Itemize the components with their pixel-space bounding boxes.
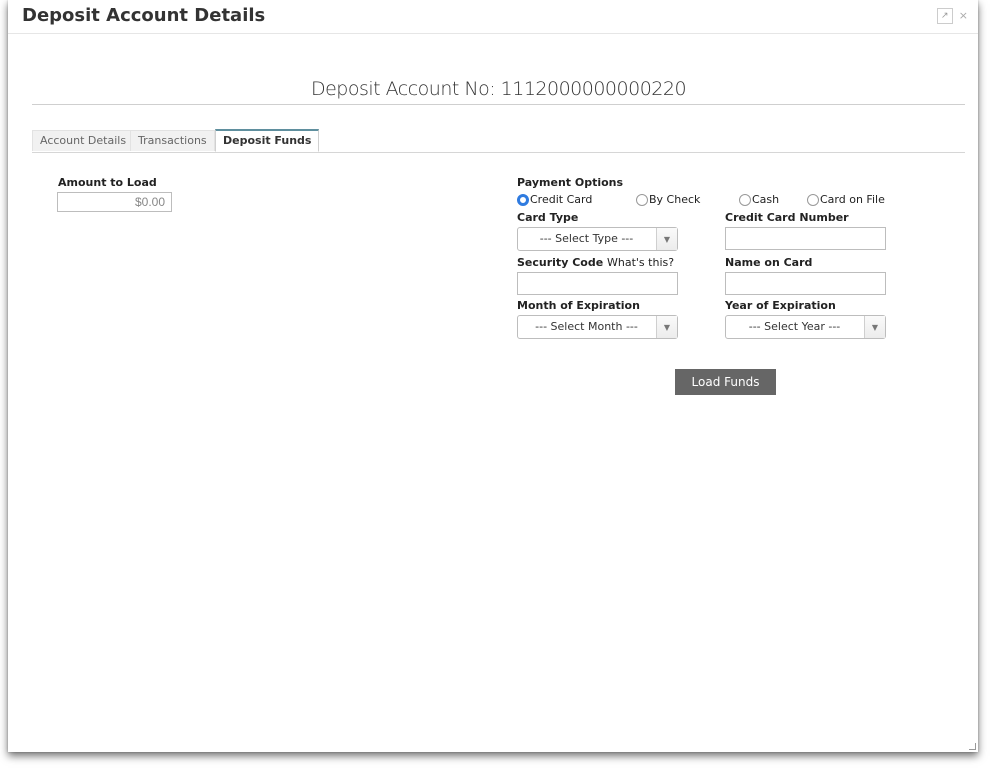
- radio-unchecked-icon[interactable]: [739, 193, 751, 206]
- year-exp-select[interactable]: --- Select Year --- ▼: [725, 315, 886, 339]
- radio-checked-icon[interactable]: [517, 193, 529, 206]
- security-code-input[interactable]: [517, 272, 678, 295]
- name-on-card-input[interactable]: [725, 272, 886, 295]
- radio-cash[interactable]: Cash: [739, 193, 779, 206]
- security-code-label-text: Security Code: [517, 256, 604, 269]
- year-exp-selected: --- Select Year ---: [748, 320, 841, 333]
- radio-unchecked-icon[interactable]: [636, 193, 648, 206]
- deposit-account-dialog: Deposit Account Details ↗ × Deposit Acco…: [8, 0, 978, 752]
- chevron-down-icon[interactable]: ▼: [656, 228, 677, 250]
- dialog-title: Deposit Account Details: [22, 5, 266, 26]
- month-exp-select[interactable]: --- Select Month --- ▼: [517, 315, 678, 339]
- card-type-select[interactable]: --- Select Type --- ▼: [517, 227, 678, 251]
- radio-card-on-file-label: Card on File: [820, 193, 885, 206]
- payment-options-label: Payment Options: [517, 176, 624, 189]
- radio-unchecked-icon[interactable]: [807, 193, 819, 206]
- card-type-label: Card Type: [517, 211, 579, 224]
- year-exp-label: Year of Expiration: [725, 299, 836, 312]
- tab-account-details[interactable]: Account Details: [32, 130, 135, 151]
- chevron-down-icon[interactable]: ▼: [864, 316, 885, 338]
- radio-credit-card-label: Credit Card: [530, 193, 593, 206]
- resize-grip-icon[interactable]: [969, 743, 976, 750]
- security-code-help-link[interactable]: What's this?: [607, 256, 674, 269]
- card-number-input[interactable]: [725, 227, 886, 250]
- month-exp-selected: --- Select Month ---: [535, 320, 638, 333]
- dialog-titlebar: Deposit Account Details ↗ ×: [8, 0, 978, 34]
- name-on-card-label: Name on Card: [725, 256, 813, 269]
- tab-deposit-funds[interactable]: Deposit Funds: [215, 129, 320, 152]
- window-controls: ↗ ×: [936, 8, 968, 24]
- tab-bar: Account Details Transactions Deposit Fun…: [32, 129, 965, 153]
- popout-icon[interactable]: ↗: [936, 8, 953, 24]
- amount-label: Amount to Load: [58, 176, 157, 189]
- radio-credit-card[interactable]: Credit Card: [517, 193, 592, 206]
- card-number-label: Credit Card Number: [725, 211, 849, 224]
- account-number-heading: Deposit Account No: 1112000000000220: [32, 78, 965, 105]
- security-code-label: Security Code What's this?: [517, 256, 674, 269]
- chevron-down-icon[interactable]: ▼: [656, 316, 677, 338]
- radio-by-check[interactable]: By Check: [636, 193, 700, 206]
- radio-card-on-file[interactable]: Card on File: [807, 193, 885, 206]
- amount-input[interactable]: $0.00: [57, 192, 172, 212]
- card-type-selected: --- Select Type ---: [539, 232, 634, 245]
- close-icon[interactable]: ×: [959, 9, 968, 23]
- account-number-text: Deposit Account No: 1112000000000220: [310, 78, 687, 100]
- month-exp-label: Month of Expiration: [517, 299, 640, 312]
- radio-cash-label: Cash: [752, 193, 780, 206]
- load-funds-button[interactable]: Load Funds: [675, 369, 776, 395]
- radio-by-check-label: By Check: [649, 193, 701, 206]
- tab-transactions[interactable]: Transactions: [130, 130, 215, 151]
